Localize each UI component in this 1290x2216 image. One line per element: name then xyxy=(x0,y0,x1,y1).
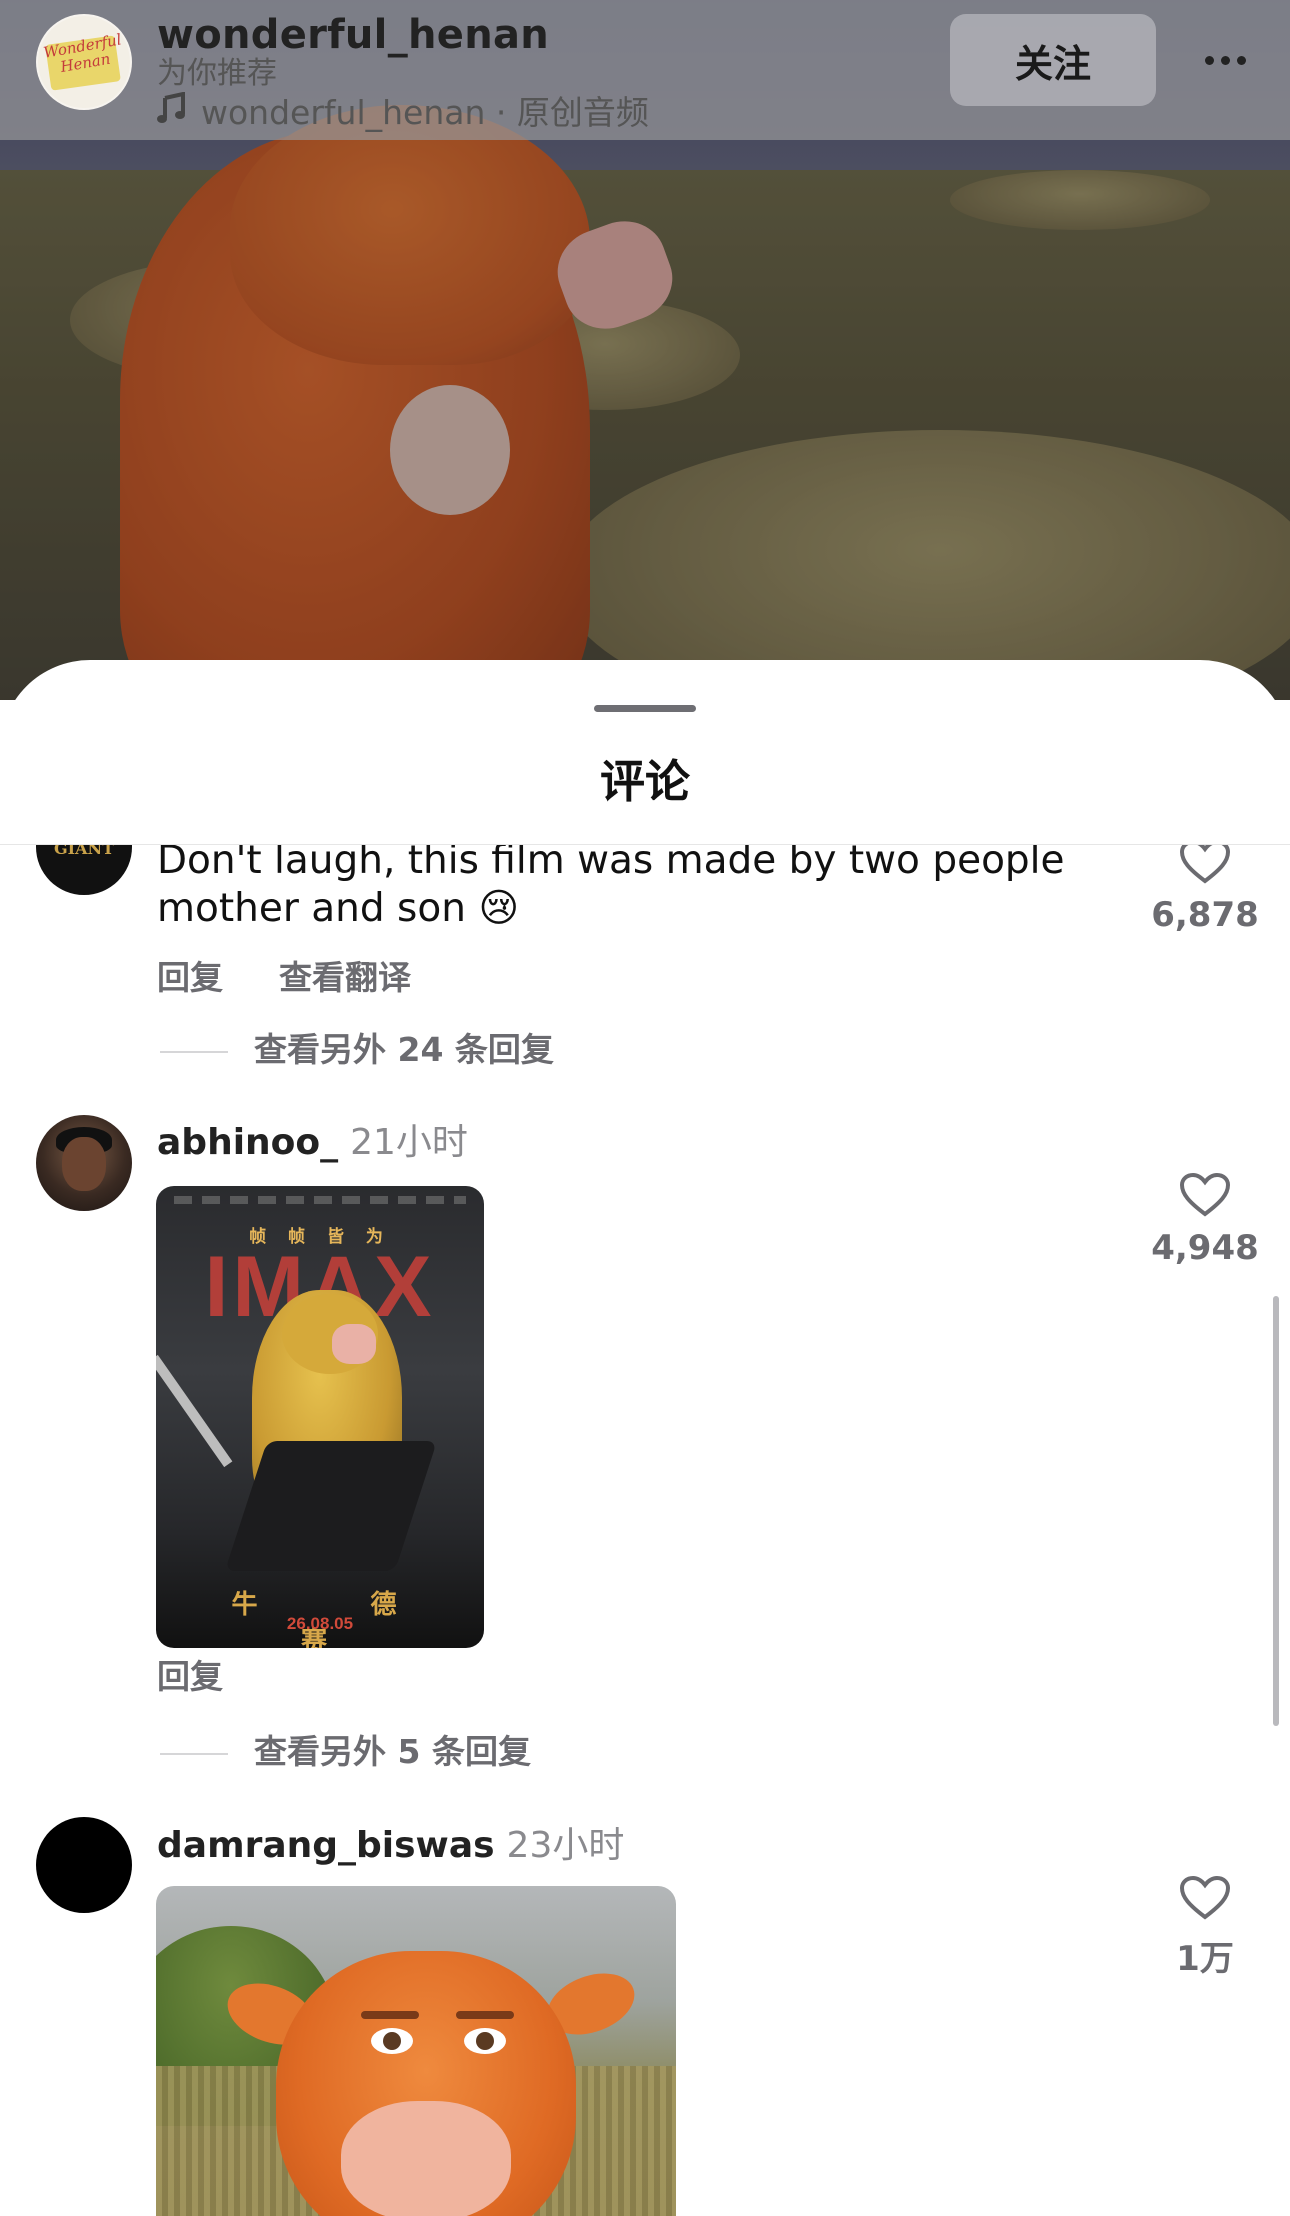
heart-icon xyxy=(1179,1172,1231,1217)
avatar-face xyxy=(62,1137,106,1191)
sheet-drag-handle[interactable] xyxy=(594,705,696,712)
poster-sword xyxy=(156,1354,233,1468)
music-label: wonderful_henan · 原创音频 xyxy=(201,93,649,132)
follow-button[interactable]: 关注 xyxy=(950,14,1156,106)
like-button[interactable]: 6,878 xyxy=(1150,845,1260,935)
comment-image-cow[interactable] xyxy=(156,1886,676,2216)
view-more-replies-label: 查看另外 24 条回复 xyxy=(254,1030,554,1069)
music-note-icon xyxy=(157,91,187,132)
reply-button[interactable]: 回复 xyxy=(157,1650,223,1698)
poster-bull-snout xyxy=(332,1324,376,1364)
replies-line xyxy=(160,1050,228,1053)
poster-date: 26.08.05 xyxy=(286,1614,354,1633)
like-button[interactable]: 4,948 xyxy=(1150,1172,1260,1268)
comment-text: Don't laugh, this film was made by two p… xyxy=(157,845,1117,933)
view-more-replies[interactable]: 查看另外 24 条回复 xyxy=(160,1023,554,1071)
translate-button[interactable]: 查看翻译 xyxy=(279,951,411,999)
music-info[interactable]: wonderful_henan · 原创音频 xyxy=(157,86,649,134)
cow-brow xyxy=(456,2011,514,2019)
avatar-logo-text: GIANT xyxy=(53,845,115,858)
cow-eye xyxy=(464,2028,506,2054)
view-more-replies-label: 查看另外 5 条回复 xyxy=(254,1732,531,1771)
heart-icon xyxy=(1179,845,1231,884)
comment-text-line: mother and son 😢 xyxy=(157,886,520,931)
comment-time: 23小时 xyxy=(506,1825,625,1866)
dot xyxy=(1204,55,1214,65)
heart-icon xyxy=(1179,1875,1231,1920)
poster-credits-strip xyxy=(174,1196,466,1204)
like-count: 4,948 xyxy=(1151,1228,1259,1268)
creator-avatar[interactable]: Wonderful Henan xyxy=(36,14,132,110)
replies-line xyxy=(160,1752,228,1755)
cow-brow xyxy=(361,2011,419,2019)
username-label: damrang_biswas xyxy=(157,1825,495,1866)
comment-text-line: Don't laugh, this film was made by two p… xyxy=(157,845,1065,883)
dot xyxy=(1220,55,1230,65)
reply-button[interactable]: 回复 xyxy=(157,951,223,999)
view-more-replies[interactable]: 查看另外 5 条回复 xyxy=(160,1725,531,1773)
dot xyxy=(1236,55,1246,65)
comment-avatar[interactable] xyxy=(36,1115,132,1211)
comment-username[interactable]: damrang_biswas 23小时 xyxy=(157,1816,624,1868)
scrollbar[interactable] xyxy=(1273,1296,1279,1726)
cow-eye xyxy=(371,2028,413,2054)
username-label: abhinoo_ xyxy=(157,1122,339,1163)
comment-avatar[interactable] xyxy=(36,1817,132,1913)
top-bar: Wonderful Henan 为你推荐 wonderful_henan won… xyxy=(0,0,1290,140)
cow-snout xyxy=(341,2101,511,2216)
comment-image-poster[interactable]: 帧 帧 皆 为 IMAX 牛 德 赛 26.08.05 xyxy=(156,1186,484,1648)
comment-avatar[interactable]: GIANT xyxy=(36,845,132,895)
comment-username[interactable]: abhinoo_ 21小时 xyxy=(157,1113,468,1165)
creator-username[interactable]: wonderful_henan xyxy=(157,12,549,58)
sheet-title: 评论 xyxy=(599,755,690,808)
like-button[interactable]: 1万 xyxy=(1150,1875,1260,1980)
like-count: 6,878 xyxy=(1151,895,1259,935)
more-horizontal-icon[interactable] xyxy=(1190,30,1260,90)
like-count: 1万 xyxy=(1176,1939,1234,1979)
comment-time: 21小时 xyxy=(350,1122,468,1163)
